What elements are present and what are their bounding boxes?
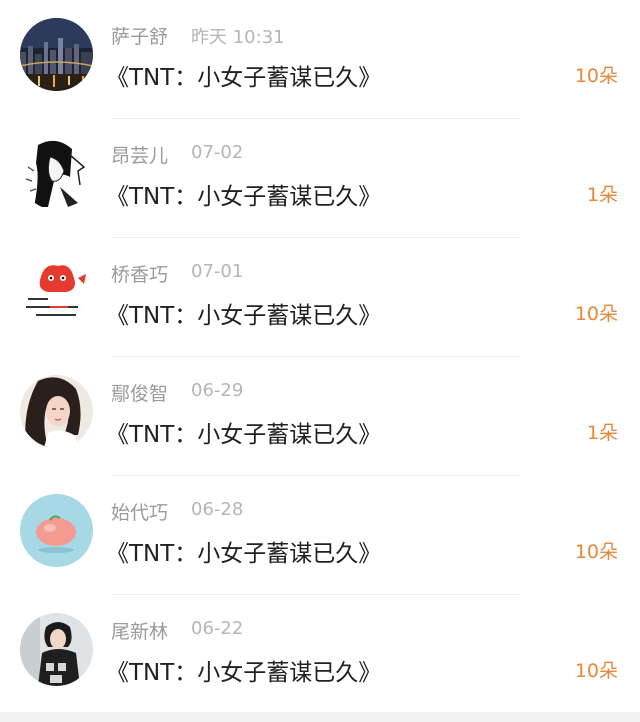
book-title[interactable]: 《TNT：小女子蓄谋已久》 — [106, 415, 381, 449]
sender-name[interactable]: 始代巧 — [111, 498, 168, 525]
book-title[interactable]: 《TNT：小女子蓄谋已久》 — [106, 296, 381, 330]
send-time: 07-02 — [191, 142, 244, 163]
manga-girl-avatar-icon[interactable] — [20, 137, 93, 210]
list-item[interactable]: 尾新林 06-22 《TNT：小女子蓄谋已久》 10朵 — [0, 595, 640, 714]
bottom-strip — [0, 712, 640, 722]
sender-name[interactable]: 尾新林 — [111, 617, 168, 644]
girl-photo-avatar-icon[interactable] — [20, 613, 93, 686]
woman-portrait-avatar-icon[interactable] — [20, 375, 93, 448]
send-time: 06-29 — [191, 380, 244, 401]
flower-count: 10朵 — [574, 541, 618, 563]
book-title[interactable]: 《TNT：小女子蓄谋已久》 — [106, 58, 381, 92]
sender-name[interactable]: 鄢俊智 — [111, 379, 168, 406]
gift-record-list: 萨子舒 昨天 10:31 《TNT：小女子蓄谋已久》 10朵 昂芸儿 07-02… — [0, 0, 640, 722]
send-time: 昨天 10:31 — [191, 27, 285, 48]
list-item[interactable]: 萨子舒 昨天 10:31 《TNT：小女子蓄谋已久》 10朵 — [0, 0, 640, 119]
flower-count: 1朵 — [586, 422, 618, 444]
flower-count: 10朵 — [574, 660, 618, 682]
city-night-avatar-icon[interactable] — [20, 18, 93, 91]
send-time: 07-01 — [191, 261, 244, 282]
book-title[interactable]: 《TNT：小女子蓄谋已久》 — [106, 177, 381, 211]
sender-name[interactable]: 桥香巧 — [111, 260, 168, 287]
book-title[interactable]: 《TNT：小女子蓄谋已久》 — [106, 534, 381, 568]
send-time: 06-22 — [191, 618, 244, 639]
list-item[interactable]: 鄢俊智 06-29 《TNT：小女子蓄谋已久》 1朵 — [0, 357, 640, 476]
flower-count: 10朵 — [574, 303, 618, 325]
peach-blob-avatar-icon[interactable] — [20, 494, 93, 567]
list-item[interactable]: 昂芸儿 07-02 《TNT：小女子蓄谋已久》 1朵 — [0, 119, 640, 238]
flower-count: 1朵 — [586, 184, 618, 206]
list-item[interactable]: 桥香巧 07-01 《TNT：小女子蓄谋已久》 10朵 — [0, 238, 640, 357]
sender-name[interactable]: 昂芸儿 — [111, 141, 168, 168]
sender-name[interactable]: 萨子舒 — [111, 22, 168, 49]
book-title[interactable]: 《TNT：小女子蓄谋已久》 — [106, 653, 381, 687]
flower-count: 10朵 — [574, 65, 618, 87]
list-item[interactable]: 始代巧 06-28 《TNT：小女子蓄谋已久》 10朵 — [0, 476, 640, 595]
red-cartoon-avatar-icon[interactable] — [20, 256, 93, 329]
send-time: 06-28 — [191, 499, 244, 520]
